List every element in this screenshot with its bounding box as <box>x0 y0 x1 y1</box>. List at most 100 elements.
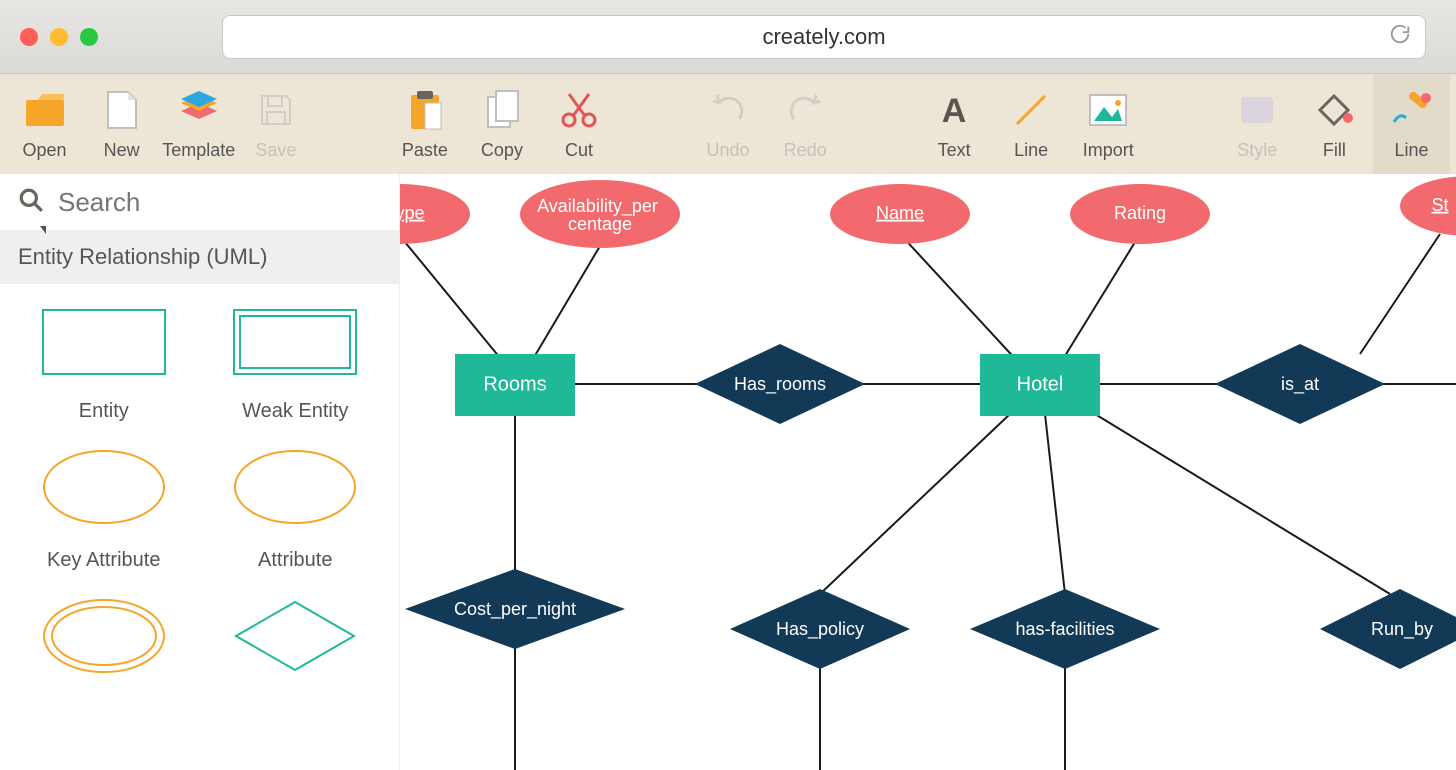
entity-rooms[interactable]: Rooms <box>455 354 575 416</box>
tool-label: Paste <box>402 140 448 161</box>
shape-entity[interactable]: Entity <box>12 306 196 423</box>
template-button[interactable]: Template <box>160 74 237 174</box>
edge <box>1060 234 1140 364</box>
relationship-has-policy[interactable]: Has_policy <box>730 589 910 669</box>
pencil-icon <box>1390 88 1432 132</box>
diagonal-line-icon <box>1013 88 1049 132</box>
svg-text:Has_rooms: Has_rooms <box>734 374 826 395</box>
search-input[interactable] <box>58 187 381 218</box>
relationship-cost-per-night[interactable]: Cost_per_night <box>405 569 625 649</box>
shape-label: Entity <box>79 400 129 423</box>
style-button[interactable]: Style <box>1219 74 1296 174</box>
refresh-icon[interactable] <box>1389 23 1411 51</box>
shape-extra-1[interactable] <box>12 596 196 676</box>
svg-text:ype: ype <box>400 203 425 223</box>
multivalued-attribute-icon <box>39 596 169 676</box>
svg-text:A: A <box>942 92 967 128</box>
folder-icon <box>24 88 66 132</box>
tool-label: Import <box>1083 140 1134 161</box>
save-button[interactable]: Save <box>237 74 314 174</box>
edge <box>1360 234 1440 354</box>
attribute-name[interactable]: Name <box>830 184 970 244</box>
shape-label: Key Attribute <box>47 549 160 572</box>
toolbar: Open New Template Save <box>0 74 1456 174</box>
open-button[interactable]: Open <box>6 74 83 174</box>
copy-button[interactable]: Copy <box>463 74 540 174</box>
text-icon: A <box>936 88 972 132</box>
redo-button[interactable]: Redo <box>767 74 844 174</box>
search-icon <box>18 187 44 218</box>
attribute-type[interactable]: ype <box>400 184 470 244</box>
line-button[interactable]: Line <box>993 74 1070 174</box>
tool-label: Text <box>938 140 971 161</box>
paint-bucket-icon <box>1314 88 1354 132</box>
import-button[interactable]: Import <box>1070 74 1147 174</box>
attribute-availability[interactable]: Availability_per centage <box>520 180 680 248</box>
tool-label: Template <box>162 140 235 161</box>
clipboard-icon <box>407 88 443 132</box>
save-icon <box>258 88 294 132</box>
edge <box>1045 414 1065 594</box>
shape-key-attribute[interactable]: Key Attribute <box>12 447 196 572</box>
shape-panel-header[interactable]: Entity Relationship (UML) <box>0 230 399 284</box>
cut-button[interactable]: Cut <box>541 74 618 174</box>
svg-text:Rating: Rating <box>1114 203 1166 223</box>
shape-label: Weak Entity <box>242 400 348 423</box>
line-tool-button[interactable]: Line <box>1373 74 1450 174</box>
shape-extra-2[interactable] <box>204 596 388 676</box>
svg-text:St: St <box>1431 195 1448 215</box>
paste-button[interactable]: Paste <box>386 74 463 174</box>
entity-hotel[interactable]: Hotel <box>980 354 1100 416</box>
window-maximize-icon[interactable] <box>80 28 98 46</box>
copy-icon <box>484 88 520 132</box>
url-text: creately.com <box>762 24 885 50</box>
dropdown-caret-icon[interactable] <box>40 226 46 234</box>
svg-text:Name: Name <box>876 203 924 223</box>
relationship-run-by[interactable]: Run_by <box>1320 589 1456 669</box>
tool-label: Line <box>1014 140 1048 161</box>
file-icon <box>106 88 138 132</box>
shape-attribute[interactable]: Attribute <box>204 447 388 572</box>
key-attribute-shape-icon <box>39 447 169 527</box>
svg-text:Hotel: Hotel <box>1017 373 1064 395</box>
svg-text:has-facilities: has-facilities <box>1015 619 1114 639</box>
shape-palette: Entity Weak Entity Key Attribute <box>0 284 399 698</box>
content: Entity Relationship (UML) Entity Weak En… <box>0 174 1456 770</box>
tool-label: Redo <box>784 140 827 161</box>
attribute-rating[interactable]: Rating <box>1070 184 1210 244</box>
text-button[interactable]: A Text <box>916 74 993 174</box>
url-bar[interactable]: creately.com <box>222 15 1426 59</box>
panel-title: Entity Relationship (UML) <box>18 244 267 269</box>
edge <box>530 246 600 364</box>
undo-button[interactable]: Undo <box>689 74 766 174</box>
sidebar: Entity Relationship (UML) Entity Weak En… <box>0 174 400 770</box>
window-minimize-icon[interactable] <box>50 28 68 46</box>
tool-label: Copy <box>481 140 523 161</box>
undo-icon <box>709 88 747 132</box>
tool-label: New <box>104 140 140 161</box>
style-swatch-icon <box>1237 88 1277 132</box>
tool-label: Undo <box>706 140 749 161</box>
image-icon <box>1088 88 1128 132</box>
diagram-canvas[interactable]: ype Availability_per centage Name Rating… <box>400 174 1456 770</box>
attribute-st[interactable]: St <box>1400 176 1456 236</box>
relationship-has-facilities[interactable]: has-facilities <box>970 589 1160 669</box>
scissors-icon <box>559 88 599 132</box>
tool-label: Open <box>23 140 67 161</box>
svg-text:Rooms: Rooms <box>483 373 546 395</box>
shape-weak-entity[interactable]: Weak Entity <box>204 306 388 423</box>
relationship-is-at[interactable]: is_at <box>1215 344 1385 424</box>
relationship-has-rooms[interactable]: Has_rooms <box>695 344 865 424</box>
weak-entity-shape-icon <box>230 306 360 378</box>
search-row <box>0 174 399 230</box>
fill-button[interactable]: Fill <box>1296 74 1373 174</box>
traffic-lights <box>20 28 98 46</box>
attribute-shape-icon <box>230 447 360 527</box>
relationship-shape-icon <box>230 596 360 676</box>
new-button[interactable]: New <box>83 74 160 174</box>
shape-label: Attribute <box>258 549 332 572</box>
svg-text:Cost_per_night: Cost_per_night <box>454 599 576 620</box>
window-close-icon[interactable] <box>20 28 38 46</box>
edge <box>900 234 1020 364</box>
entity-shape-icon <box>39 306 169 378</box>
